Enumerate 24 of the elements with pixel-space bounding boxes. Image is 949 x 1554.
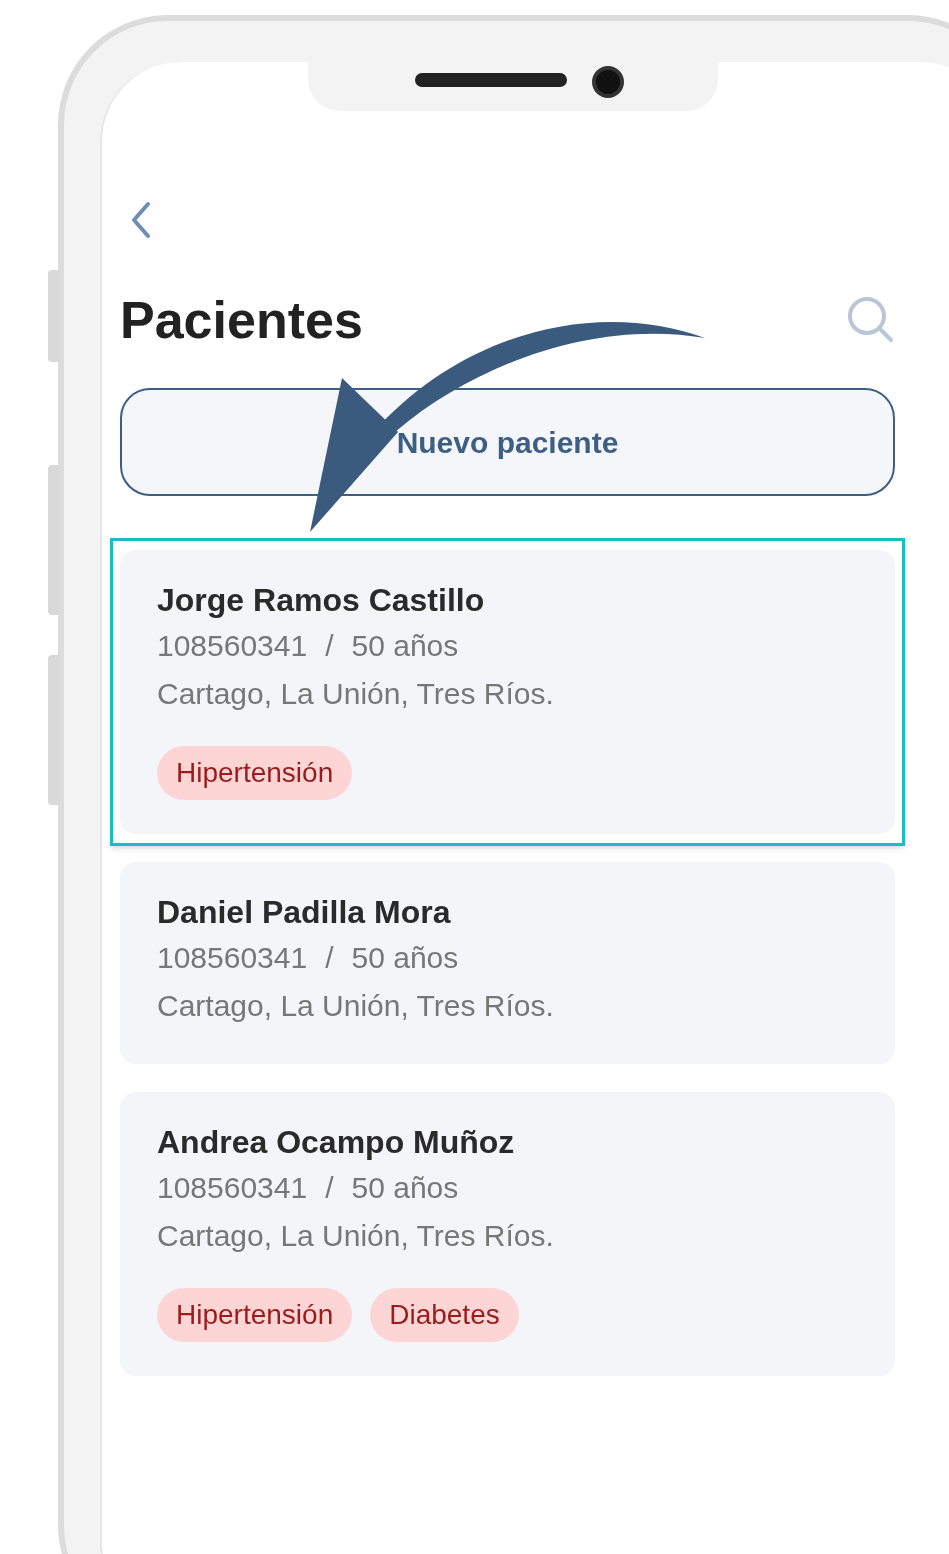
patient-address: Cartago, La Unión, Tres Ríos. [157, 988, 555, 1024]
patient-age: 50 años [351, 1170, 459, 1206]
patient-address: Cartago, La Unión, Tres Ríos. [157, 1218, 555, 1254]
search-icon[interactable] [847, 296, 895, 344]
patient-age: 50 años [351, 628, 459, 664]
patient-address: Cartago, La Unión, Tres Ríos. [157, 676, 555, 712]
condition-tag: Diabetes [370, 1288, 519, 1342]
patient-card[interactable]: Daniel Padilla Mora 108560341 / 50 años Cartago, La Unión, Tres Ríos. [120, 862, 895, 1064]
id-number: 108560341 [157, 940, 308, 976]
id-number: 108560341 [157, 1170, 308, 1206]
patient-name: Daniel Padilla Mora [157, 893, 452, 932]
separator: / [325, 1170, 334, 1206]
separator: / [325, 940, 334, 976]
patient-card[interactable]: Andrea Ocampo Muñoz 108560341 / 50 años Cartago, La Unión, Tres Ríos. Hipertensión Diabetes [120, 1092, 895, 1376]
separator: / [325, 628, 334, 664]
id-number: 108560341 [157, 628, 308, 664]
patient-name: Jorge Ramos Castillo [157, 581, 486, 620]
patient-age: 50 años [351, 940, 459, 976]
patient-name: Andrea Ocampo Muñoz [157, 1123, 516, 1162]
screen-title: Pacientes [120, 290, 363, 350]
condition-tag: Hipertensión [157, 1288, 353, 1342]
new-patient-button[interactable]: Nuevo paciente [120, 388, 895, 496]
patient-card[interactable]: Jorge Ramos Castillo 108560341 / 50 años Cartago, La Unión, Tres Ríos. Hipertensión [120, 550, 895, 834]
condition-tag: Hipertensión [157, 746, 353, 800]
